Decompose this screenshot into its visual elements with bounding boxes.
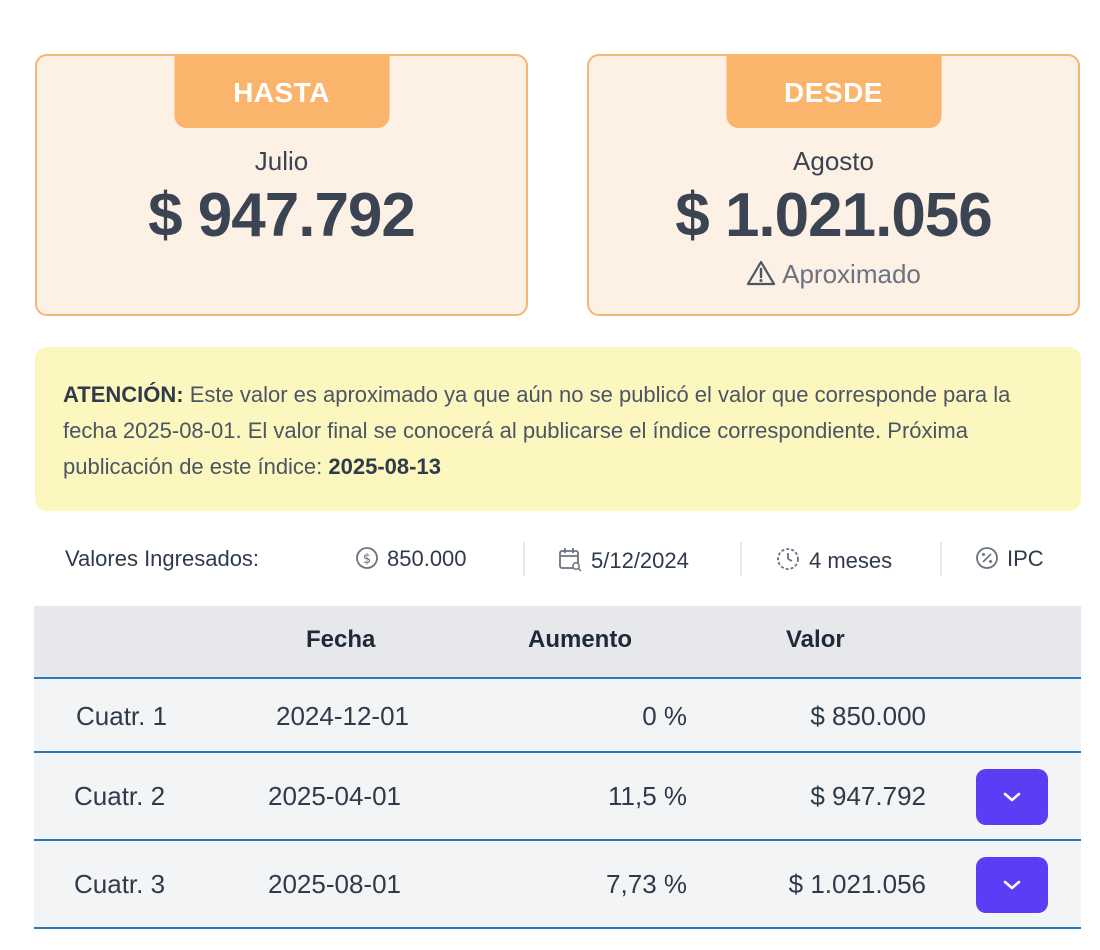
desde-card: DESDE Agosto $ 1.021.056 Aproximado: [587, 54, 1080, 316]
desde-amount: $ 1.021.056: [675, 181, 993, 250]
entered-amount: $ 850.000: [355, 546, 467, 572]
row-aumento: 11,5 %: [607, 781, 687, 811]
svg-text:$: $: [363, 552, 371, 567]
entered-values-label: Valores Ingresados:: [65, 546, 260, 571]
entered-values-bar: Valores Ingresados: $ 850.000 5/12/2024 …: [35, 540, 1081, 580]
percent-circle-icon: [976, 547, 998, 569]
header-fecha: Fecha: [306, 626, 376, 653]
attention-text: Este valor es aproximado ya que aún no s…: [63, 382, 1011, 479]
row-aumento: 7,73 %: [606, 869, 687, 899]
expand-row-button[interactable]: [976, 857, 1048, 913]
row-fecha: 2025-08-01: [268, 869, 401, 899]
warning-triangle-icon: [747, 260, 776, 286]
row-valor: $ 850.000: [810, 701, 926, 731]
divider: [740, 542, 742, 576]
header-aumento: Aumento: [528, 626, 632, 653]
chevron-down-icon: [1003, 792, 1021, 802]
dollar-circle-icon: $: [356, 547, 378, 569]
entered-date-value: 5/12/2024: [591, 548, 689, 573]
calendar-icon: [559, 548, 582, 572]
clock-icon: [777, 548, 799, 570]
entered-period: 4 meses: [775, 546, 892, 574]
row-valor: $ 947.792: [810, 781, 926, 811]
header-valor: Valor: [786, 626, 845, 653]
row-label: Cuatr. 3: [74, 869, 166, 899]
values-table: Fecha Aumento Valor Cuatr. 1 2024-12-01 …: [34, 606, 1081, 929]
hasta-amount: $ 947.792: [148, 181, 416, 250]
expand-row-button[interactable]: [976, 769, 1048, 825]
entered-index: IPC: [975, 546, 1044, 572]
row-fecha: 2024-12-01: [276, 701, 409, 731]
next-publication-date: 2025-08-13: [328, 454, 441, 479]
desde-month: Agosto: [793, 146, 874, 176]
divider: [940, 542, 942, 576]
table-header: Fecha Aumento Valor: [34, 606, 1081, 679]
entered-amount-value: 850.000: [387, 546, 467, 571]
row-fecha: 2025-04-01: [268, 781, 401, 811]
entered-index-value: IPC: [1007, 546, 1044, 571]
row-label: Cuatr. 2: [74, 781, 166, 811]
divider: [523, 542, 525, 576]
table-row: Cuatr. 2 2025-04-01 11,5 % $ 947.792: [34, 753, 1081, 841]
hasta-card: HASTA Julio $ 947.792: [35, 54, 528, 316]
table-row: Cuatr. 1 2024-12-01 0 % $ 850.000: [34, 679, 1081, 753]
attention-label: ATENCIÓN:: [63, 382, 184, 407]
row-label: Cuatr. 1: [76, 701, 168, 731]
approximate-note-text: Aproximado: [782, 259, 921, 289]
desde-tab-label: DESDE: [726, 54, 941, 128]
entered-period-value: 4 meses: [809, 548, 893, 573]
attention-notice: ATENCIÓN: Este valor es aproximado ya qu…: [35, 347, 1081, 511]
row-valor: $ 1.021.056: [788, 869, 926, 899]
approximate-note: Aproximado: [589, 259, 1078, 290]
hasta-tab-label: HASTA: [174, 54, 389, 128]
entered-date: 5/12/2024: [557, 546, 689, 574]
hasta-month: Julio: [254, 146, 309, 176]
chevron-down-icon: [1003, 880, 1021, 890]
row-aumento: 0 %: [642, 701, 687, 731]
table-row: Cuatr. 3 2025-08-01 7,73 % $ 1.021.056: [34, 839, 1081, 929]
